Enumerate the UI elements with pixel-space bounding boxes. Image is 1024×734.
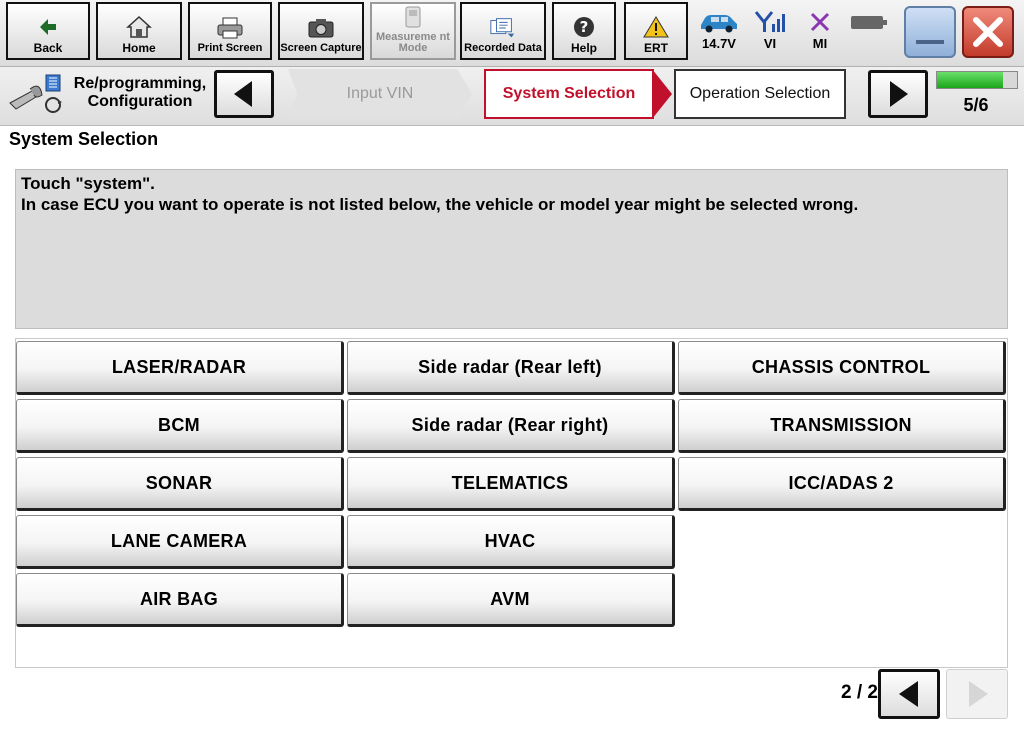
step-system-selection: System Selection	[484, 69, 654, 119]
battery-icon	[848, 8, 890, 36]
meter-icon	[399, 5, 427, 29]
left-arrow-icon	[234, 81, 252, 107]
breadcrumb-back-button[interactable]	[214, 70, 274, 118]
step-active-arrow	[652, 69, 672, 119]
printer-icon	[216, 16, 244, 40]
previous-page-button[interactable]	[878, 669, 940, 719]
left-arrow-icon	[899, 681, 918, 707]
instruction-line: Touch "system".	[21, 174, 155, 193]
breadcrumb: Re/programming, Configuration Input VIN …	[0, 67, 1024, 126]
help-label: Help	[570, 41, 597, 55]
close-icon	[973, 17, 1003, 47]
car-icon	[694, 8, 744, 36]
vi-label: VI	[763, 36, 777, 51]
next-page-button[interactable]	[946, 669, 1008, 719]
system-button-lane-camera[interactable]: LANE CAMERA	[16, 515, 344, 569]
system-button-laser-radar[interactable]: LASER/RADAR	[16, 341, 344, 395]
close-button[interactable]	[962, 6, 1014, 58]
system-button-avm[interactable]: AVM	[347, 573, 675, 627]
back-button[interactable]: Back	[6, 2, 90, 60]
battery-voltage-status: 14.7V	[694, 8, 744, 51]
system-button-chassis-control[interactable]: CHASSIS CONTROL	[678, 341, 1006, 395]
system-button-sonar[interactable]: SONAR	[16, 457, 344, 511]
print-screen-button[interactable]: Print Screen	[188, 2, 272, 60]
step-progress-bar	[936, 71, 1018, 89]
system-button-transmission[interactable]: TRANSMISSION	[678, 399, 1006, 453]
mi-label: MI	[812, 36, 828, 51]
right-arrow-icon	[890, 81, 908, 107]
right-arrow-icon	[969, 681, 988, 707]
signal-icon	[750, 8, 790, 36]
step-operation-selection: Operation Selection	[674, 69, 846, 119]
system-button-side-radar-rear-right[interactable]: Side radar (Rear right)	[347, 399, 675, 453]
help-icon: ?	[570, 15, 598, 39]
print-screen-label: Print Screen	[197, 42, 263, 54]
step-input-vin: Input VIN	[288, 69, 472, 119]
recorded-data-button[interactable]: Recorded Data	[460, 2, 546, 60]
system-button-hvac[interactable]: HVAC	[347, 515, 675, 569]
page-indicator: 2 / 2	[841, 682, 878, 703]
battery-status	[848, 8, 890, 36]
svg-text:?: ?	[580, 18, 589, 36]
home-label: Home	[122, 41, 156, 55]
instruction-box: Touch "system". In case ECU you want to …	[15, 169, 1008, 329]
system-button-icc-adas-2[interactable]: ICC/ADAS 2	[678, 457, 1006, 511]
recorded-data-icon	[489, 16, 517, 40]
mode-label: Re/programming, Configuration	[73, 75, 207, 110]
system-button-side-radar-rear-left[interactable]: Side radar (Rear left)	[347, 341, 675, 395]
ert-button[interactable]: ERT	[624, 2, 688, 60]
voltage-value: 14.7V	[702, 36, 736, 51]
page-title: System Selection	[9, 129, 159, 149]
help-button[interactable]: ? Help	[552, 2, 616, 60]
step-count: 5/6	[963, 95, 989, 115]
back-arrow-icon	[34, 15, 62, 39]
step-label: Input VIN	[346, 85, 414, 102]
home-button[interactable]: Home	[96, 2, 182, 60]
minimize-button[interactable]	[904, 6, 956, 58]
system-button-air-bag[interactable]: AIR BAG	[16, 573, 344, 627]
step-label: Operation Selection	[689, 85, 831, 102]
breadcrumb-next-button[interactable]	[868, 70, 928, 118]
camera-icon	[307, 16, 335, 40]
back-label: Back	[33, 41, 63, 55]
step-label: System Selection	[502, 85, 636, 102]
disconnected-x-icon	[800, 8, 840, 36]
mi-status: MI	[800, 8, 840, 51]
system-button-bcm[interactable]: BCM	[16, 399, 344, 453]
home-icon	[125, 15, 153, 39]
instruction-line: In case ECU you want to operate is not l…	[21, 195, 859, 214]
screen-capture-label: Screen Capture	[280, 42, 362, 54]
toolbar: Back Home Print Screen Screen Capture Me…	[0, 0, 1024, 67]
reprogramming-icon	[6, 73, 66, 117]
recorded-data-label: Recorded Data	[464, 42, 542, 54]
measurement-mode-label: Measureme nt Mode	[376, 31, 450, 54]
ert-label: ERT	[644, 41, 668, 55]
vi-status: VI	[750, 8, 790, 51]
warning-icon	[642, 15, 670, 39]
system-button-telematics[interactable]: TELEMATICS	[347, 457, 675, 511]
measurement-mode-button[interactable]: Measureme nt Mode	[370, 2, 456, 60]
step-progress-fill	[937, 72, 1004, 88]
screen-capture-button[interactable]: Screen Capture	[278, 2, 364, 60]
